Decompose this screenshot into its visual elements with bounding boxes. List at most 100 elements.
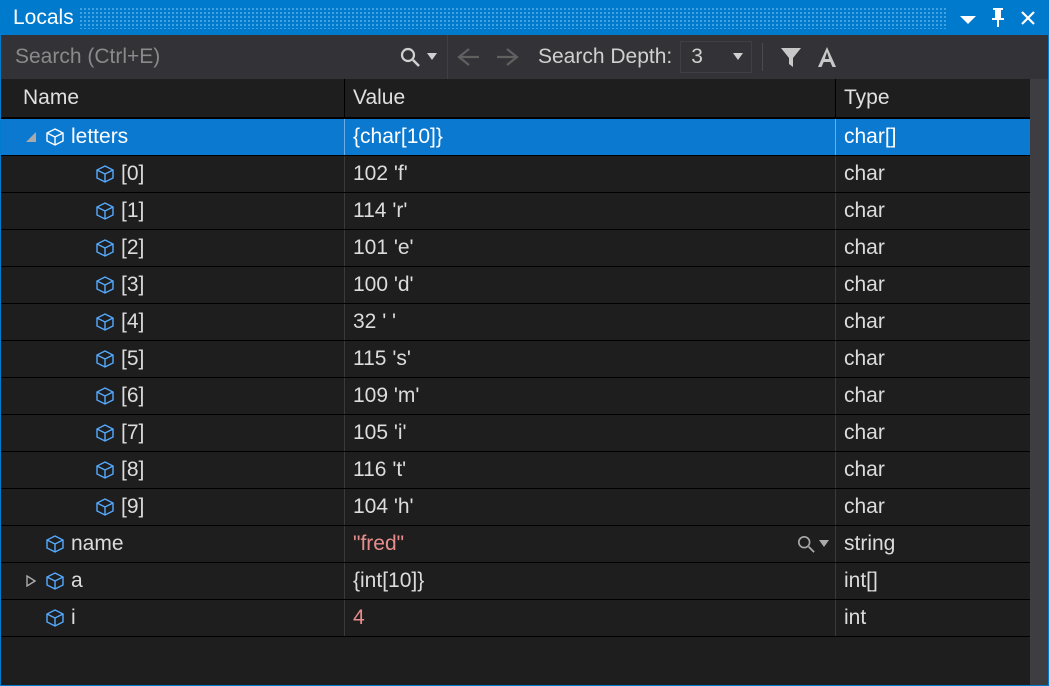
search-input[interactable]: [15, 45, 399, 69]
variable-type: char: [844, 310, 885, 334]
search-box[interactable]: [1, 35, 448, 79]
name-cell[interactable]: [6]: [1, 378, 345, 414]
name-cell[interactable]: i: [1, 600, 345, 636]
titlebar-grip[interactable]: [79, 7, 948, 29]
name-cell[interactable]: [3]: [1, 267, 345, 303]
type-cell: char: [836, 378, 1030, 414]
variable-type: char: [844, 199, 885, 223]
type-cell: char: [836, 156, 1030, 192]
field-icon: [95, 497, 115, 517]
expander-collapsed-icon[interactable]: [23, 573, 39, 589]
search-depth-label: Search Depth:: [538, 45, 672, 69]
table-row[interactable]: name"fred" string: [1, 526, 1030, 563]
search-icon[interactable]: [399, 46, 421, 68]
name-cell[interactable]: [9]: [1, 489, 345, 525]
value-cell[interactable]: 100 'd': [345, 267, 836, 303]
name-cell[interactable]: [5]: [1, 341, 345, 377]
name-cell[interactable]: [4]: [1, 304, 345, 340]
variable-name: [2]: [121, 236, 144, 260]
table-row[interactable]: [9]104 'h'char: [1, 489, 1030, 526]
vertical-scrollbar[interactable]: [1030, 79, 1048, 685]
search-depth-select[interactable]: 3: [680, 41, 752, 73]
value-cell[interactable]: 32 ' ': [345, 304, 836, 340]
table-row[interactable]: [7] 105 'i' char: [1, 415, 1030, 452]
variable-name: letters: [71, 125, 128, 149]
field-icon: [95, 386, 115, 406]
variable-type: char: [844, 458, 885, 482]
field-icon: [95, 349, 115, 369]
column-header-type[interactable]: Type: [836, 79, 1030, 119]
variable-type: string: [844, 532, 895, 556]
type-cell: char: [836, 452, 1030, 488]
type-cell: char[]: [836, 119, 1030, 155]
table-row[interactable]: [1]114 'r' char: [1, 193, 1030, 230]
nav-forward-button[interactable]: [488, 35, 528, 79]
variable-name: [3]: [121, 273, 144, 297]
table-row[interactable]: a {int[10]} int[]: [1, 563, 1030, 600]
field-icon: [95, 275, 115, 295]
variable-name: a: [71, 569, 83, 593]
search-dropdown-icon[interactable]: [425, 53, 439, 61]
table-row[interactable]: [3] 100 'd' char: [1, 267, 1030, 304]
visualizer-button[interactable]: [797, 526, 829, 562]
grid-wrap: Name Value Type letters{char[10]}char[][…: [1, 79, 1048, 685]
value-cell[interactable]: 115 's': [345, 341, 836, 377]
text-style-button[interactable]: [809, 39, 845, 75]
name-cell[interactable]: letters: [1, 119, 345, 155]
column-header-name[interactable]: Name: [1, 79, 345, 119]
value-cell[interactable]: 114 'r': [345, 193, 836, 229]
variable-name: [9]: [121, 495, 144, 519]
table-row[interactable]: letters {char[10]}char[]: [1, 119, 1030, 156]
value-cell[interactable]: 105 'i': [345, 415, 836, 451]
value-cell[interactable]: "fred": [345, 526, 836, 562]
name-cell[interactable]: [8]: [1, 452, 345, 488]
search-depth-value: 3: [691, 45, 703, 69]
name-cell[interactable]: [0]: [1, 156, 345, 192]
value-cell[interactable]: 109 'm': [345, 378, 836, 414]
value-cell[interactable]: {char[10]}: [345, 119, 836, 155]
column-header-value[interactable]: Value: [345, 79, 836, 119]
variable-type: int[]: [844, 569, 878, 593]
table-row[interactable]: [6]109 'm'char: [1, 378, 1030, 415]
name-cell[interactable]: name: [1, 526, 345, 562]
variable-value: 105 'i': [353, 421, 407, 445]
variable-value: 32 ' ': [353, 310, 396, 334]
header-row: Name Value Type: [1, 79, 1030, 119]
table-row[interactable]: [0]102 'f'char: [1, 156, 1030, 193]
field-icon: [95, 460, 115, 480]
name-cell[interactable]: a: [1, 563, 345, 599]
variable-type: char: [844, 236, 885, 260]
name-cell[interactable]: [7]: [1, 415, 345, 451]
variable-type: char: [844, 347, 885, 371]
table-row[interactable]: i4 int: [1, 600, 1030, 637]
table-row[interactable]: [4] 32 ' ' char: [1, 304, 1030, 341]
nav-back-button[interactable]: [448, 35, 488, 79]
variable-type: char: [844, 273, 885, 297]
close-icon[interactable]: [1016, 6, 1040, 30]
value-cell[interactable]: 116 't': [345, 452, 836, 488]
value-cell[interactable]: 4: [345, 600, 836, 636]
panel-title: Locals: [13, 6, 74, 30]
window-position-icon[interactable]: [956, 6, 980, 30]
value-cell[interactable]: {int[10]}: [345, 563, 836, 599]
pin-icon[interactable]: [986, 6, 1010, 30]
filter-button[interactable]: [773, 39, 809, 75]
variables-tree[interactable]: Name Value Type letters{char[10]}char[][…: [1, 79, 1030, 685]
variable-value: {int[10]}: [353, 569, 424, 593]
expander-expanded-icon[interactable]: [23, 129, 39, 145]
titlebar[interactable]: Locals: [1, 1, 1048, 35]
name-cell[interactable]: [2]: [1, 230, 345, 266]
type-cell: char: [836, 415, 1030, 451]
table-row[interactable]: [5] 115 's' char: [1, 341, 1030, 378]
table-row[interactable]: [2] 101 'e' char: [1, 230, 1030, 267]
variable-value: 4: [353, 606, 365, 630]
value-cell[interactable]: 102 'f': [345, 156, 836, 192]
table-row[interactable]: [8]116 't' char: [1, 452, 1030, 489]
field-icon: [95, 423, 115, 443]
variable-value: 115 's': [353, 347, 411, 371]
name-cell[interactable]: [1]: [1, 193, 345, 229]
value-cell[interactable]: 101 'e': [345, 230, 836, 266]
type-cell: int: [836, 600, 1030, 636]
toolbar: Search Depth: 3: [1, 35, 1048, 79]
value-cell[interactable]: 104 'h': [345, 489, 836, 525]
